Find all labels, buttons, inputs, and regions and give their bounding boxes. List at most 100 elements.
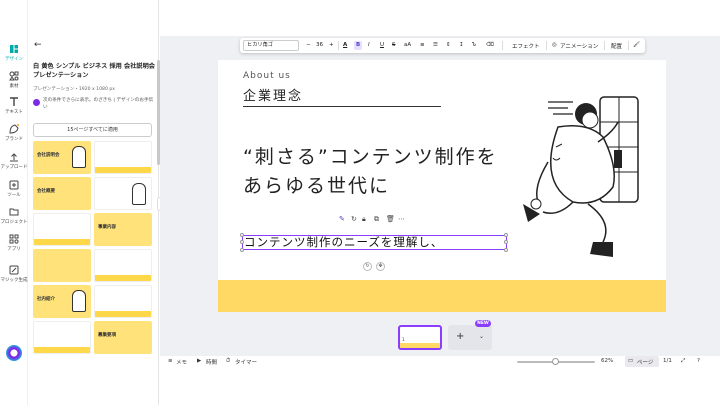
duplicate-icon[interactable]: ⧉ — [374, 215, 379, 224]
section-title[interactable]: 企業理念 — [243, 85, 303, 104]
creator-hint[interactable]: 次の条件でさらに表示。のざきち | デザインのお手伝い — [33, 97, 155, 111]
canva-editor: デザイン 素材 テキスト ブランド アップロード ツール プロジェクト アプリ — [0, 0, 720, 405]
resize-handle[interactable] — [240, 233, 244, 237]
assistant-orb-icon[interactable] — [6, 345, 22, 361]
title-underline — [243, 106, 441, 107]
template-thumb[interactable]: 会社説明会 — [33, 141, 91, 174]
memo-icon[interactable]: ≡ — [168, 358, 173, 364]
page-thumbnail[interactable]: 1 — [398, 325, 442, 350]
rail-item-projects[interactable]: プロジェクト — [0, 207, 28, 225]
template-thumb[interactable]: 募集要項 — [94, 321, 152, 354]
template-thumb[interactable] — [94, 141, 152, 174]
pages-icon: ▭ — [628, 358, 634, 364]
timer-icon[interactable]: ⏱ — [226, 358, 230, 365]
fullscreen-icon[interactable]: ⤢ — [681, 358, 685, 365]
paint-format-icon[interactable]: 🖌 — [633, 42, 640, 48]
template-thumb[interactable] — [33, 213, 91, 246]
time-button[interactable]: 時間 — [206, 358, 217, 366]
effects-button[interactable]: エフェクト — [512, 42, 540, 50]
align-icon[interactable]: ≡ — [420, 42, 425, 48]
font-select[interactable]: ヒカリ角ゴ — [243, 40, 299, 51]
resize-handle[interactable] — [240, 248, 244, 252]
add-page-button[interactable]: + ⌄ — [448, 325, 492, 350]
text-format-icon[interactable]: Ꮦ — [472, 42, 476, 49]
timer-button[interactable]: タイマー — [235, 358, 257, 366]
template-thumb[interactable] — [94, 285, 152, 318]
plus-icon: + — [456, 331, 465, 342]
template-thumb[interactable] — [33, 249, 91, 282]
template-thumb[interactable]: 会社概要 — [33, 177, 91, 210]
page-count: 1/1 — [663, 358, 672, 364]
rail-item-tools[interactable]: ツール — [0, 180, 28, 198]
memo-button[interactable]: メモ — [176, 358, 187, 366]
folder-icon — [9, 208, 19, 216]
thumb-title: 会社説明会 — [37, 153, 60, 158]
position-button[interactable]: 配置 — [611, 42, 622, 50]
template-title: 白 黄色 シンプル ビジネス 採用 会社説明会 プレゼンテーション — [33, 63, 155, 79]
strikethrough-icon[interactable]: S — [392, 42, 396, 48]
chevron-down-icon[interactable]: ⌄ — [479, 333, 484, 340]
text-toolbar: ヒカリ角ゴ − 36 + A B I U S aA ≡ ☰ ⇕ ↧ Ꮦ ⌫ エフ… — [240, 38, 645, 53]
rail-item-design[interactable]: デザイン — [0, 44, 28, 62]
spacing-icon[interactable]: ⇕ — [446, 42, 451, 48]
rail-item-elements[interactable]: 素材 — [0, 71, 28, 89]
headline-line-2[interactable]: あらゆる世代に — [243, 171, 390, 198]
magic-write-icon[interactable]: ✎ — [339, 215, 345, 223]
clear-format-icon[interactable]: ⌫ — [486, 42, 494, 48]
list-icon[interactable]: ☰ — [433, 42, 438, 48]
rail-label: マジック生成 — [0, 278, 28, 283]
back-arrow-icon[interactable]: ← — [34, 40, 42, 50]
resize-handle[interactable] — [240, 240, 244, 244]
underline-icon[interactable]: U — [380, 42, 384, 48]
template-thumb[interactable]: 社内紹介 — [33, 285, 91, 318]
resize-handle[interactable] — [504, 233, 508, 237]
lock-icon[interactable]: 🔒︎ — [362, 215, 366, 224]
animation-icon[interactable]: ◎ — [552, 42, 557, 48]
element-mini-toolbar: ✎ ↻ 🔒︎ ⧉ 🗑︎ ⋯ — [339, 215, 409, 225]
rail-item-brand[interactable]: ブランド — [0, 124, 28, 142]
template-thumb[interactable] — [94, 177, 152, 210]
thumb-title: 社内紹介 — [37, 297, 55, 302]
font-size-value[interactable]: 36 — [316, 42, 323, 48]
apps-icon — [9, 234, 19, 244]
template-thumb[interactable] — [94, 249, 152, 282]
brand-icon — [9, 124, 19, 134]
animation-button[interactable]: アニメーション — [560, 42, 598, 50]
delete-icon[interactable]: 🗑︎ — [386, 215, 395, 223]
move-handle-icon[interactable]: ✥ — [376, 262, 385, 271]
apply-all-pages-button[interactable]: 15ページすべてに適用 — [33, 123, 152, 137]
rotate-handle-icon[interactable]: ↻ — [363, 262, 372, 271]
about-label[interactable]: About us — [243, 71, 291, 81]
rail-item-upload[interactable]: アップロード — [0, 152, 28, 170]
zoom-value[interactable]: 62% — [601, 358, 613, 364]
thumb-title: 会社概要 — [37, 189, 55, 194]
help-icon[interactable]: ? — [697, 358, 700, 364]
rail-item-text[interactable]: テキスト — [0, 97, 28, 115]
resize-handle[interactable] — [504, 240, 508, 244]
more-icon[interactable]: ⋯ — [398, 215, 405, 223]
time-icon[interactable]: ▶ — [197, 358, 201, 364]
thumb-title: 募集要項 — [98, 333, 116, 338]
bold-icon[interactable]: B — [356, 42, 360, 48]
rotate-icon[interactable]: ↻ — [351, 215, 357, 223]
vertical-text-icon[interactable]: ↧ — [459, 42, 464, 48]
font-size-increase-button[interactable]: + — [329, 42, 334, 48]
zoom-slider[interactable] — [517, 358, 595, 365]
zoom-knob[interactable] — [552, 358, 559, 365]
template-thumb[interactable]: 事業内容 — [94, 213, 152, 246]
font-size-decrease-button[interactable]: − — [306, 42, 311, 48]
rail-label: ブランド — [5, 137, 23, 142]
body-text-selected[interactable]: コンテンツ制作のニーズを理解し、 — [242, 235, 507, 250]
slide-canvas[interactable]: About us 企業理念 “刺さる”コンテンツ制作を あらゆる世代に ✎ ↻ … — [218, 60, 666, 312]
headline-line-1[interactable]: “刺さる”コンテンツ制作を — [243, 142, 498, 169]
pages-view-button[interactable]: ▭ ページ — [625, 356, 659, 367]
tools-icon — [9, 180, 19, 190]
text-icon — [10, 97, 18, 106]
text-color-icon[interactable]: A — [343, 42, 347, 48]
rail-item-apps[interactable]: アプリ — [0, 234, 28, 252]
case-icon[interactable]: aA — [404, 42, 411, 48]
resize-handle[interactable] — [504, 248, 508, 252]
italic-icon[interactable]: I — [368, 42, 370, 48]
rail-item-magic[interactable]: マジック生成 — [0, 265, 28, 283]
template-thumb[interactable] — [33, 321, 91, 354]
